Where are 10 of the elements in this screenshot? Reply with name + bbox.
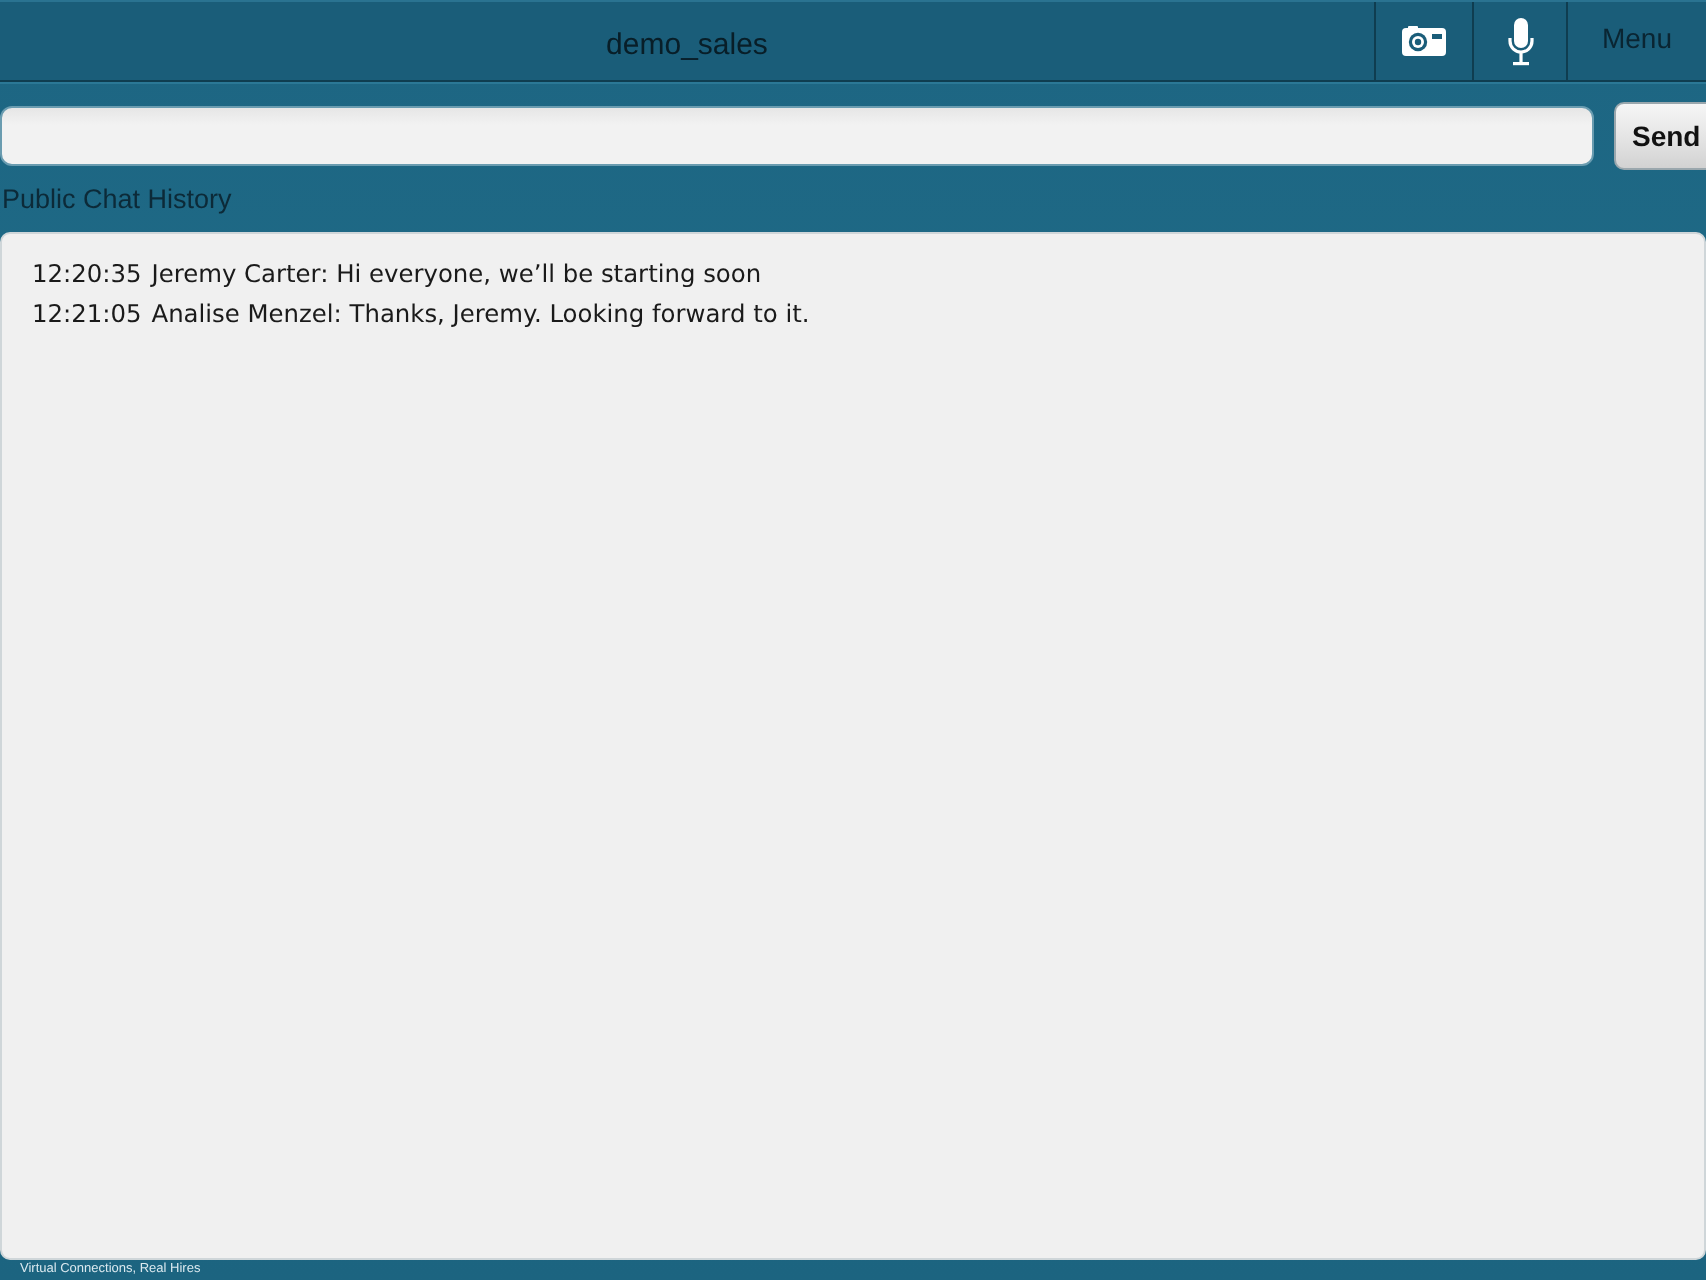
message-time: 12:20:35 bbox=[32, 258, 142, 292]
room-title: demo_sales bbox=[606, 28, 768, 62]
message-text: Analise Menzel: Thanks, Jeremy. Looking forward to it. bbox=[151, 298, 810, 332]
message-text: Jeremy Carter: Hi everyone, we’ll be starting soon bbox=[151, 258, 762, 292]
camera-icon bbox=[1402, 26, 1446, 56]
message-time: 12:21:05 bbox=[32, 298, 142, 332]
message-input-field[interactable] bbox=[0, 106, 1594, 166]
section-title: Public Chat History bbox=[2, 184, 234, 216]
microphone-icon bbox=[1507, 17, 1533, 65]
send-button[interactable]: Send bbox=[1614, 102, 1706, 170]
